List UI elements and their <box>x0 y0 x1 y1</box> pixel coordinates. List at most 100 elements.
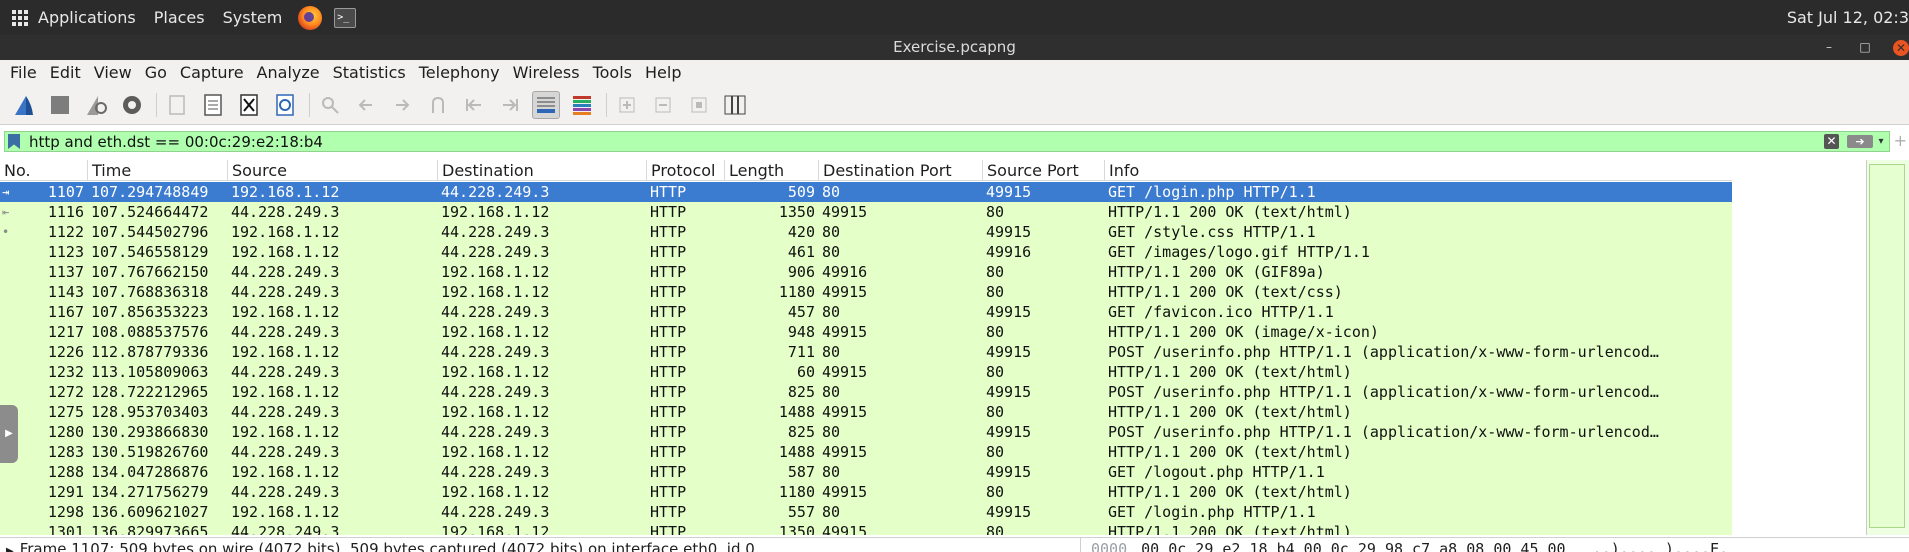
go-back-button[interactable] <box>352 91 380 119</box>
table-row[interactable]: 1301 136.829973665 44.228.249.3 192.168.1.1… <box>0 522 1732 535</box>
last-packet-button[interactable] <box>496 91 524 119</box>
menu-help[interactable]: Help <box>645 63 681 82</box>
cell-protocol: HTTP <box>650 483 687 501</box>
zoom-in-button[interactable] <box>613 91 641 119</box>
table-row[interactable]: 1123 107.546558129 192.168.1.12 44.228.249.… <box>0 242 1732 262</box>
cell-time: 112.878779336 <box>91 343 209 361</box>
packet-details-pane[interactable]: ▶ Frame 1107: 509 bytes on wire (4072 bit… <box>0 538 1075 552</box>
menu-view[interactable]: View <box>94 63 132 82</box>
table-row[interactable]: • 1122 107.544502796 192.168.1.12 44.228.249… <box>0 222 1732 242</box>
menu-file[interactable]: File <box>10 63 37 82</box>
menu-wireless[interactable]: Wireless <box>513 63 580 82</box>
save-file-button[interactable] <box>199 91 227 119</box>
maximize-icon[interactable]: □ <box>1857 35 1873 60</box>
table-row[interactable]: 1288 134.047286876 192.168.1.12 44.228.249.… <box>0 462 1732 482</box>
clear-filter-icon[interactable]: ✕ <box>1824 134 1839 149</box>
applications-menu[interactable]: Applications <box>38 8 136 27</box>
expander-arrow-icon[interactable]: ▶ <box>6 546 14 552</box>
firefox-icon[interactable] <box>298 5 323 30</box>
normal-size-button[interactable] <box>685 91 713 119</box>
cell-destination: 44.228.249.3 <box>441 183 550 201</box>
clock[interactable]: Sat Jul 12, 02:3 <box>1787 0 1909 35</box>
go-forward-button[interactable] <box>388 91 416 119</box>
start-capture-button[interactable] <box>10 91 38 119</box>
bytes-ascii[interactable]: ..).... )....E. <box>1593 540 1728 552</box>
related-packet-marker <box>2 462 22 482</box>
close-icon[interactable]: ✕ <box>1893 39 1909 56</box>
table-row[interactable]: 1143 107.768836318 44.228.249.3 192.168.1.1… <box>0 282 1732 302</box>
colorize-button[interactable] <box>568 91 596 119</box>
table-row[interactable]: 1167 107.856353223 192.168.1.12 44.228.249.… <box>0 302 1732 322</box>
apps-grid-icon[interactable] <box>12 9 28 26</box>
column-header-destination-port[interactable]: Destination Port <box>819 160 983 180</box>
table-row[interactable]: 1298 136.609621027 192.168.1.12 44.228.249.… <box>0 502 1732 522</box>
bytes-hex[interactable]: 00 0c 29 e2 18 b4 00 0c 29 98 c7 a8 08 0… <box>1141 540 1565 552</box>
menu-go[interactable]: Go <box>145 63 167 82</box>
resize-columns-button[interactable] <box>721 91 749 119</box>
display-filter-input[interactable] <box>29 132 1809 151</box>
minimize-icon[interactable]: – <box>1821 35 1837 60</box>
menu-tools[interactable]: Tools <box>593 63 632 82</box>
cell-source: 192.168.1.12 <box>231 343 340 361</box>
apply-filter-icon[interactable]: ➔ <box>1847 135 1873 148</box>
table-row[interactable]: 1226 112.878779336 192.168.1.12 44.228.249.… <box>0 342 1732 362</box>
column-header-info[interactable]: Info <box>1105 160 1732 180</box>
table-row[interactable]: 1217 108.088537576 44.228.249.3 192.168.1.1… <box>0 322 1732 342</box>
go-to-packet-button[interactable] <box>424 91 452 119</box>
table-row[interactable]: 1137 107.767662150 44.228.249.3 192.168.1.1… <box>0 262 1732 282</box>
cell-destination-port: 49915 <box>822 283 868 301</box>
auto-scroll-button[interactable] <box>532 90 560 119</box>
menu-capture[interactable]: Capture <box>180 63 244 82</box>
column-header-protocol[interactable]: Protocol <box>647 160 725 180</box>
table-row[interactable]: 1272 128.722212965 192.168.1.12 44.228.249.… <box>0 382 1732 402</box>
restart-capture-button[interactable] <box>82 91 110 119</box>
arrow-left-icon <box>358 98 372 111</box>
table-row[interactable]: ⇤ 1116 107.524664472 44.228.249.3 192.168.1.… <box>0 202 1732 222</box>
open-file-button[interactable] <box>163 91 191 119</box>
menu-statistics[interactable]: Statistics <box>333 63 406 82</box>
zoom-out-button[interactable] <box>649 91 677 119</box>
cell-destination-port: 80 <box>822 343 841 361</box>
first-packet-button[interactable] <box>460 91 488 119</box>
restart-shark-icon <box>87 95 107 115</box>
related-packet-marker <box>2 302 22 322</box>
system-menu[interactable]: System <box>223 8 283 27</box>
table-row[interactable]: 1232 113.105809063 44.228.249.3 192.168.1.1… <box>0 362 1732 382</box>
table-row[interactable]: 1280 130.293866830 192.168.1.12 44.228.249.… <box>0 422 1732 442</box>
find-packet-button[interactable] <box>316 91 344 119</box>
column-header-no[interactable]: No. <box>0 160 88 180</box>
scrollbar-thumb[interactable] <box>1869 164 1905 528</box>
column-header-source[interactable]: Source <box>228 160 438 180</box>
table-row[interactable]: 1275 128.953703403 44.228.249.3 192.168.1.1… <box>0 402 1732 422</box>
menu-edit[interactable]: Edit <box>50 63 81 82</box>
related-packet-marker <box>2 502 22 522</box>
chevron-down-icon[interactable]: ▾ <box>1875 134 1887 149</box>
column-header-length[interactable]: Length <box>725 160 819 180</box>
terminal-icon[interactable]: >_ <box>334 7 357 28</box>
frame-summary[interactable]: Frame 1107: 509 bytes on wire (4072 bits… <box>20 540 755 552</box>
cell-time: 107.294748849 <box>91 183 209 201</box>
first-packet-icon <box>466 98 481 111</box>
add-filter-button-icon[interactable]: + <box>1894 131 1907 150</box>
cell-destination: 192.168.1.12 <box>441 483 550 501</box>
stop-capture-button[interactable] <box>46 91 74 119</box>
sidebar-toggle-handle[interactable]: ▶ <box>0 405 18 463</box>
bookmark-icon[interactable] <box>8 134 20 149</box>
column-header-destination[interactable]: Destination <box>438 160 647 180</box>
menu-telephony[interactable]: Telephony <box>419 63 500 82</box>
cell-source-port: 49915 <box>986 223 1032 241</box>
column-header-source-port[interactable]: Source Port <box>983 160 1105 180</box>
stop-icon <box>51 95 69 114</box>
column-header-time[interactable]: Time <box>88 160 228 180</box>
capture-options-button[interactable] <box>118 91 146 119</box>
close-file-button[interactable] <box>235 91 263 119</box>
places-menu[interactable]: Places <box>154 8 205 27</box>
table-row[interactable]: 1283 130.519826760 44.228.249.3 192.168.1.1… <box>0 442 1732 462</box>
cell-info: HTTP/1.1 200 OK (image/x-icon) <box>1108 323 1379 341</box>
menu-analyze[interactable]: Analyze <box>257 63 320 82</box>
reload-file-button[interactable] <box>271 91 299 119</box>
packet-bytes-pane[interactable]: 0000 00 0c 29 e2 18 b4 00 0c 29 98 c7 a8 … <box>1080 538 1909 552</box>
packet-list-scrollbar[interactable] <box>1866 160 1909 535</box>
table-row[interactable]: 1291 134.271756279 44.228.249.3 192.168.1.1… <box>0 482 1732 502</box>
table-row[interactable]: ⇥ 1107 107.294748849 192.168.1.12 44.228.249… <box>0 182 1732 202</box>
